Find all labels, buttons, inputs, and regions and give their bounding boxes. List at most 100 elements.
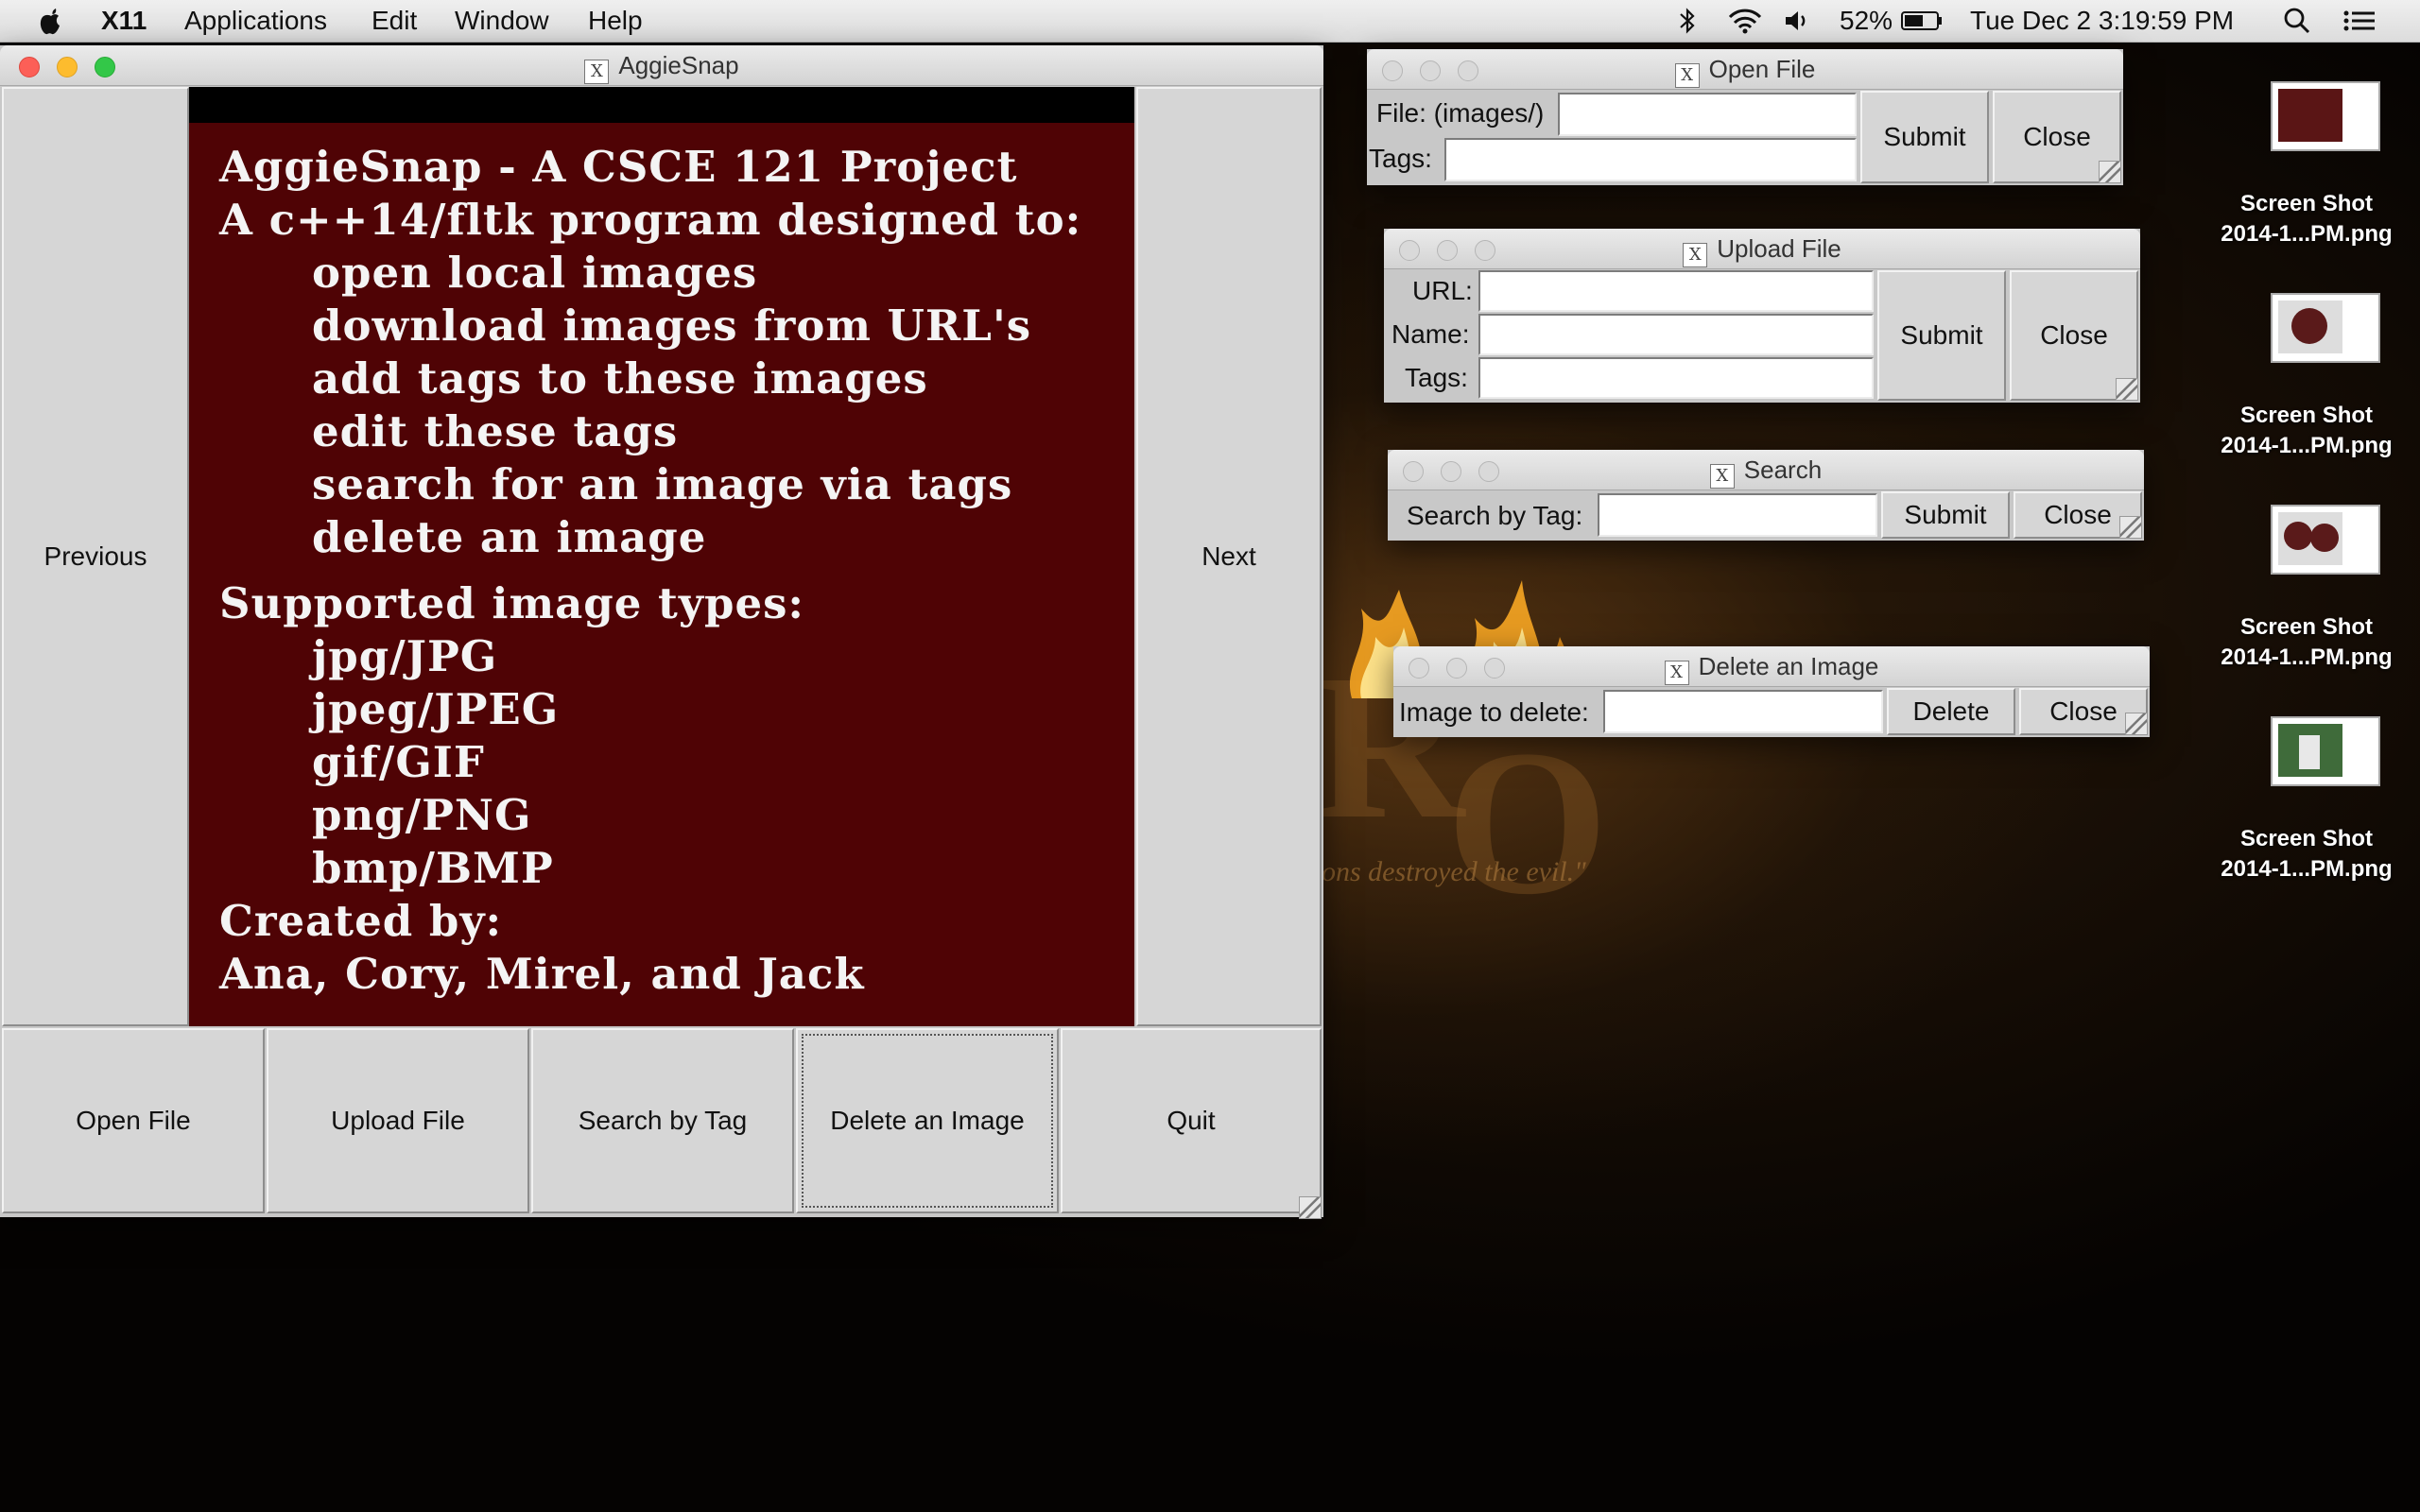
notification-center-icon[interactable] (2342, 6, 2377, 36)
tags-label: Tags: (1369, 144, 1432, 173)
display-line: A c++14/fltk program designed to: (219, 195, 1082, 245)
clock[interactable]: Tue Dec 2 3:19:59 PM (1970, 6, 2234, 36)
resize-grip-icon[interactable] (2119, 516, 2142, 539)
close-label: Close (2040, 320, 2108, 350)
display-line: jpg/JPG (312, 631, 498, 681)
delete-button[interactable]: Delete (1887, 688, 2015, 735)
upload-file-button[interactable]: Upload File (267, 1028, 529, 1213)
file-label: File: (images/) (1376, 98, 1545, 128)
search-window: X Search Search by Tag: Submit Close (1388, 450, 2144, 541)
submit-button[interactable]: Submit (1860, 91, 1989, 183)
bluetooth-icon[interactable] (1677, 6, 1698, 36)
display-line: Created by: (219, 896, 503, 946)
url-input[interactable] (1478, 270, 1874, 312)
next-label: Next (1201, 541, 1256, 571)
delete-label: Delete (1912, 696, 1990, 726)
close-label: Close (2023, 122, 2091, 151)
menu-applications[interactable]: Applications (184, 6, 327, 36)
search-by-tag-label: Search by Tag (578, 1106, 748, 1135)
file-thumbnail (2271, 81, 2380, 151)
desktop-file-icon[interactable]: Screen Shot 2014-1...PM.png (2193, 293, 2420, 472)
tags-label: Tags: (1405, 363, 1468, 392)
file-name-line2: 2014-1...PM.png (2221, 433, 2393, 458)
display-line: AggieSnap - A CSCE 121 Project (219, 142, 1018, 192)
window-titlebar[interactable]: X Delete an Image (1393, 646, 2150, 687)
display-line: jpeg/JPEG (312, 684, 560, 734)
display-line: gif/GIF (312, 737, 485, 787)
resize-grip-icon[interactable] (1299, 1196, 1322, 1219)
next-button[interactable]: Next (1136, 87, 1322, 1026)
upload-file-window: X Upload File URL: Name: Tags: Submit Clo… (1384, 229, 2140, 403)
display-line: delete an image (312, 512, 707, 562)
file-thumbnail (2271, 716, 2380, 786)
open-file-window: X Open File File: (images/) Tags: Submit … (1367, 49, 2123, 185)
submit-label: Submit (1883, 122, 1966, 151)
tags-input[interactable] (1444, 138, 1857, 181)
upload-file-label: Upload File (331, 1106, 465, 1135)
desktop-file-icon[interactable]: Screen Shot 2014-1...PM.png (2193, 81, 2420, 261)
battery-percent[interactable]: 52% (1840, 6, 1893, 36)
display-line: Supported image types: (219, 578, 805, 628)
wifi-icon[interactable] (1726, 6, 1764, 36)
previous-label: Previous (43, 541, 147, 571)
window-title: Open File (1708, 55, 1816, 83)
window-titlebar[interactable]: X Search (1388, 450, 2144, 490)
open-file-button[interactable]: Open File (2, 1028, 265, 1213)
battery-icon[interactable] (1900, 6, 1944, 36)
aggiesnap-window: X AggieSnap Previous Next AggieSnap - A C… (0, 45, 1323, 1219)
window-title: AggieSnap (618, 51, 739, 79)
menu-edit[interactable]: Edit (372, 6, 417, 36)
volume-icon[interactable] (1783, 6, 1815, 36)
quit-button[interactable]: Quit (1061, 1028, 1322, 1213)
window-titlebar[interactable]: X Upload File (1384, 229, 2140, 269)
window-title: Upload File (1717, 234, 1841, 263)
file-name-line2: 2014-1...PM.png (2221, 221, 2393, 247)
x11-icon: X (584, 60, 610, 84)
image-display: AggieSnap - A CSCE 121 Project A c++14/f… (189, 87, 1134, 1026)
window-title: Delete an Image (1698, 652, 1879, 680)
resize-grip-icon[interactable] (2116, 378, 2138, 401)
delete-image-label: Delete an Image (830, 1106, 1025, 1135)
spotlight-icon[interactable] (2282, 6, 2312, 36)
search-input[interactable] (1598, 493, 1877, 537)
displayed-image: AggieSnap - A CSCE 121 Project A c++14/f… (189, 123, 1134, 1026)
x11-icon: X (1674, 63, 1700, 88)
submit-button[interactable]: Submit (1877, 270, 2006, 401)
close-label: Close (2049, 696, 2118, 726)
file-name-line2: 2014-1...PM.png (2221, 856, 2393, 882)
app-menu-x11[interactable]: X11 (101, 6, 147, 36)
file-name-line1: Screen Shot (2239, 614, 2374, 640)
search-by-tag-label: Search by Tag: (1407, 501, 1583, 530)
window-titlebar[interactable]: X AggieSnap (0, 45, 1323, 86)
tags-input[interactable] (1478, 357, 1874, 399)
close-label: Close (2044, 500, 2112, 529)
menu-help[interactable]: Help (588, 6, 643, 36)
image-to-delete-input[interactable] (1603, 690, 1883, 733)
menu-window[interactable]: Window (455, 6, 549, 36)
display-line: add tags to these images (312, 353, 928, 404)
previous-button[interactable]: Previous (2, 87, 189, 1026)
display-line: download images from URL's (312, 301, 1032, 351)
file-name-line1: Screen Shot (2239, 826, 2374, 851)
apple-icon[interactable] (38, 6, 66, 36)
display-line: open local images (312, 248, 758, 298)
file-name-line1: Screen Shot (2239, 403, 2374, 428)
search-by-tag-button[interactable]: Search by Tag (531, 1028, 794, 1213)
display-line: Ana, Cory, Mirel, and Jack (219, 949, 865, 999)
name-input[interactable] (1478, 314, 1874, 355)
window-title: Search (1743, 455, 1823, 484)
submit-button[interactable]: Submit (1881, 491, 2010, 539)
file-name-line2: 2014-1...PM.png (2221, 644, 2393, 670)
x11-icon: X (1709, 464, 1735, 489)
desktop-file-icon[interactable]: Screen Shot 2014-1...PM.png (2193, 505, 2420, 684)
window-titlebar[interactable]: X Open File (1367, 49, 2123, 90)
open-file-label: Open File (76, 1106, 191, 1135)
display-line: search for an image via tags (312, 459, 1013, 509)
resize-grip-icon[interactable] (2125, 713, 2148, 735)
resize-grip-icon[interactable] (2099, 161, 2121, 183)
submit-label: Submit (1900, 320, 1983, 350)
desktop-file-icon[interactable]: Screen Shot 2014-1...PM.png (2193, 716, 2420, 896)
submit-label: Submit (1904, 500, 1987, 529)
file-input[interactable] (1558, 93, 1857, 136)
delete-image-button[interactable]: Delete an Image (796, 1028, 1059, 1213)
